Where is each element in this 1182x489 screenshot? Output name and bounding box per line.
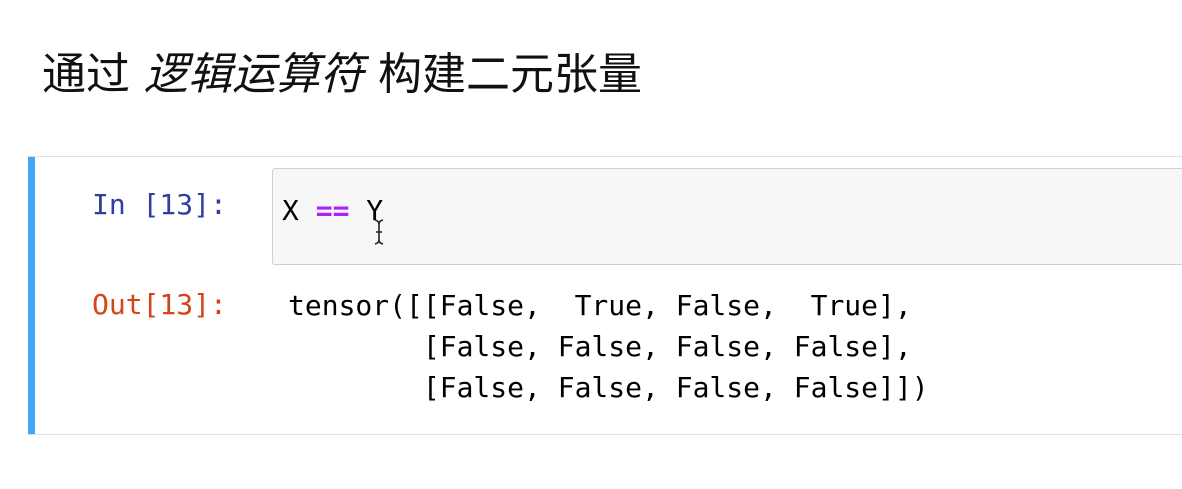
code-line[interactable]: X == Y [282, 191, 383, 231]
output-line: [False, False, False, False]]) [288, 371, 929, 404]
heading-prefix: 通过 [42, 49, 144, 100]
code-operator: == [315, 194, 350, 227]
code-input-editor[interactable]: X == Y [272, 168, 1182, 265]
code-cell[interactable]: In [13]: X == Y Out[13]: tensor([[False,… [28, 156, 1182, 435]
code-left-operand: X [282, 194, 316, 227]
cell-selection-bar [28, 157, 35, 434]
heading-suffix: 构建二元张量 [364, 49, 642, 100]
section-heading: 通过 逻辑运算符 构建二元张量 [42, 40, 642, 110]
heading-emphasis: 逻辑运算符 [144, 49, 364, 100]
input-prompt: In [13]: [92, 188, 227, 221]
output-line: [False, False, False, False], [288, 330, 912, 363]
text-cursor-icon [374, 219, 384, 245]
cell-output: tensor([[False, True, False, True], [Fal… [288, 285, 929, 408]
output-line: tensor([[False, True, False, True], [288, 289, 912, 322]
output-prompt: Out[13]: [92, 288, 227, 321]
